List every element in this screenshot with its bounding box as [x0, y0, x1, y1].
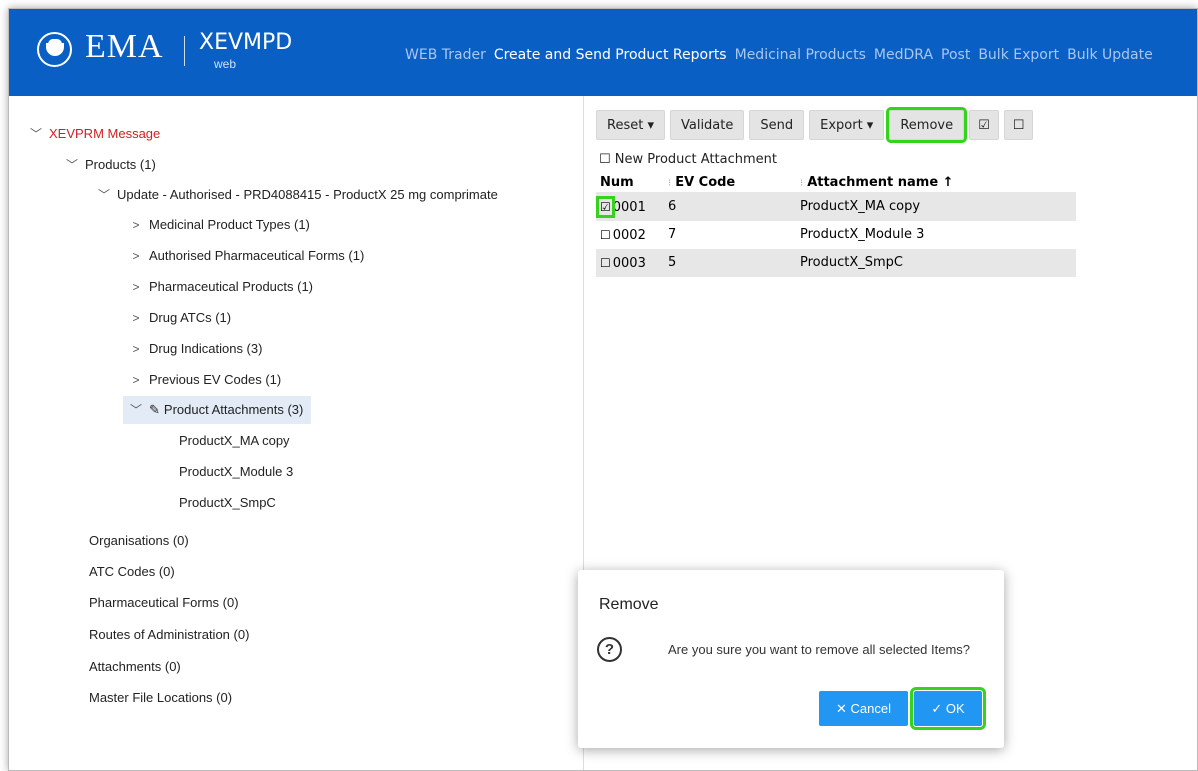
- chevron-right-icon[interactable]: >: [129, 369, 143, 391]
- tree-attachment-item[interactable]: ProductX_SmpC: [179, 492, 276, 514]
- tree-root[interactable]: ﹀ XEVPRM Message: [29, 123, 160, 145]
- col-num[interactable]: Num: [596, 173, 664, 192]
- logo-divider: [184, 36, 185, 66]
- chevron-right-icon[interactable]: >: [129, 276, 143, 298]
- cell-ev-code: 5: [668, 255, 677, 270]
- tree-item-atc-codes[interactable]: ATC Codes (0): [89, 561, 175, 583]
- product-name: XEVMPD: [199, 30, 293, 55]
- tree-item-drug-indications[interactable]: > Drug Indications (3): [129, 338, 262, 360]
- tree-item-pharmaceutical-forms[interactable]: Pharmaceutical Forms (0): [89, 592, 239, 614]
- tree-item-pharmaceutical-products[interactable]: > Pharmaceutical Products (1): [129, 276, 313, 298]
- cell-name: ProductX_Module 3: [800, 227, 925, 242]
- select-all-icon[interactable]: ☑: [969, 110, 999, 140]
- table-row[interactable]: ☐ 0003 5 ProductX_SmpC: [596, 249, 1076, 277]
- attachments-grid: Num ⁝ EV Code ⁝ Attachment name ↑ ☑ 0001 6 …: [596, 173, 1076, 277]
- cell-ev-code: 7: [668, 227, 677, 242]
- row-checkbox[interactable]: ☐: [600, 256, 611, 270]
- dialog-title: Remove: [599, 596, 659, 613]
- row-checkbox[interactable]: ☐: [600, 228, 611, 242]
- message-tree: ﹀ XEVPRM Message ﹀ Products (1) ﹀ Update - …: [9, 96, 584, 770]
- nav-create-send[interactable]: Create and Send Product Reports: [494, 47, 727, 63]
- chevron-down-icon[interactable]: ﹀: [129, 396, 143, 424]
- chevron-down-icon[interactable]: ﹀: [29, 123, 43, 145]
- cancel-button[interactable]: ✕ Cancel: [819, 691, 908, 726]
- toolbar: Reset ▾ Validate Send Export ▾ Remove ☑ …: [596, 107, 1034, 143]
- tree-item-medicinal-product-types[interactable]: > Medicinal Product Types (1): [129, 214, 309, 236]
- tree-attachment-item[interactable]: ProductX_MA copy: [179, 430, 290, 452]
- checkbox-icon[interactable]: ☐: [599, 152, 611, 167]
- ok-button[interactable]: ✓ OK: [910, 687, 986, 730]
- main-nav: WEB Trader Create and Send Product Repor…: [405, 47, 1153, 63]
- col-attachment-name[interactable]: ⁝ Attachment name ↑: [796, 173, 1076, 192]
- question-icon: ?: [597, 637, 622, 662]
- deselect-all-icon[interactable]: ☐: [1003, 110, 1034, 140]
- chevron-right-icon[interactable]: >: [129, 245, 143, 267]
- tree-item-product-attachments[interactable]: ﹀ ✎ Product Attachments (3): [123, 396, 312, 424]
- cell-ev-code: 6: [668, 199, 677, 214]
- new-attachment-checkbox[interactable]: ☐ New Product Attachment: [599, 152, 777, 167]
- tree-item-organisations[interactable]: Organisations (0): [89, 530, 189, 552]
- pencil-icon: ✎: [149, 402, 160, 417]
- tree-item-routes[interactable]: Routes of Administration (0): [89, 624, 249, 646]
- chevron-down-icon[interactable]: ﹀: [97, 184, 111, 206]
- tree-item-authorised-forms[interactable]: > Authorised Pharmaceutical Forms (1): [129, 245, 364, 267]
- nav-bulk-update[interactable]: Bulk Update: [1067, 47, 1153, 63]
- tree-attachment-item[interactable]: ProductX_Module 3: [179, 461, 293, 483]
- export-button[interactable]: Export ▾: [809, 110, 885, 140]
- chevron-right-icon[interactable]: >: [129, 307, 143, 329]
- nav-post[interactable]: Post: [941, 47, 970, 63]
- chevron-right-icon[interactable]: >: [129, 338, 143, 360]
- ema-logo-icon: [37, 32, 72, 67]
- nav-bulk-export[interactable]: Bulk Export: [978, 47, 1059, 63]
- tree-products[interactable]: ﹀ Products (1): [65, 154, 156, 176]
- reset-button[interactable]: Reset ▾: [596, 110, 665, 140]
- send-button[interactable]: Send: [749, 110, 805, 140]
- chevron-right-icon[interactable]: >: [129, 214, 143, 236]
- product-sub: web: [214, 57, 237, 71]
- app-window: EMA XEVMPD web WEB Trader Create and Sen…: [8, 8, 1198, 771]
- nav-medicinal-products[interactable]: Medicinal Products: [735, 47, 866, 63]
- tree-update[interactable]: ﹀ Update - Authorised - PRD4088415 - Prod…: [97, 184, 498, 206]
- tree-item-previous-ev-codes[interactable]: > Previous EV Codes (1): [129, 369, 281, 391]
- grid-header: Num ⁝ EV Code ⁝ Attachment name ↑: [596, 173, 1076, 193]
- chevron-down-icon[interactable]: ﹀: [65, 154, 79, 176]
- cell-name: ProductX_MA copy: [800, 199, 921, 214]
- remove-confirm-dialog: Remove ? Are you sure you want to remove…: [578, 570, 1004, 748]
- col-ev-code[interactable]: ⁝ EV Code: [664, 173, 796, 192]
- nav-web-trader[interactable]: WEB Trader: [405, 47, 486, 63]
- top-header: EMA XEVMPD web WEB Trader Create and Sen…: [9, 9, 1197, 96]
- cell-name: ProductX_SmpC: [800, 255, 904, 270]
- dialog-message: Are you sure you want to remove all sele…: [668, 642, 971, 657]
- remove-button[interactable]: Remove: [886, 107, 968, 143]
- table-row[interactable]: ☐ 0002 7 ProductX_Module 3: [596, 221, 1076, 249]
- nav-meddra[interactable]: MedDRA: [874, 47, 933, 63]
- tree-item-attachments[interactable]: Attachments (0): [89, 656, 181, 678]
- tree-item-drug-atcs[interactable]: > Drug ATCs (1): [129, 307, 231, 329]
- logo-text: EMA: [85, 28, 164, 65]
- row-checkbox[interactable]: ☑: [596, 196, 615, 218]
- tree-item-master-file-locations[interactable]: Master File Locations (0): [89, 687, 232, 709]
- table-row[interactable]: ☑ 0001 6 ProductX_MA copy: [596, 193, 1076, 221]
- validate-button[interactable]: Validate: [669, 110, 745, 140]
